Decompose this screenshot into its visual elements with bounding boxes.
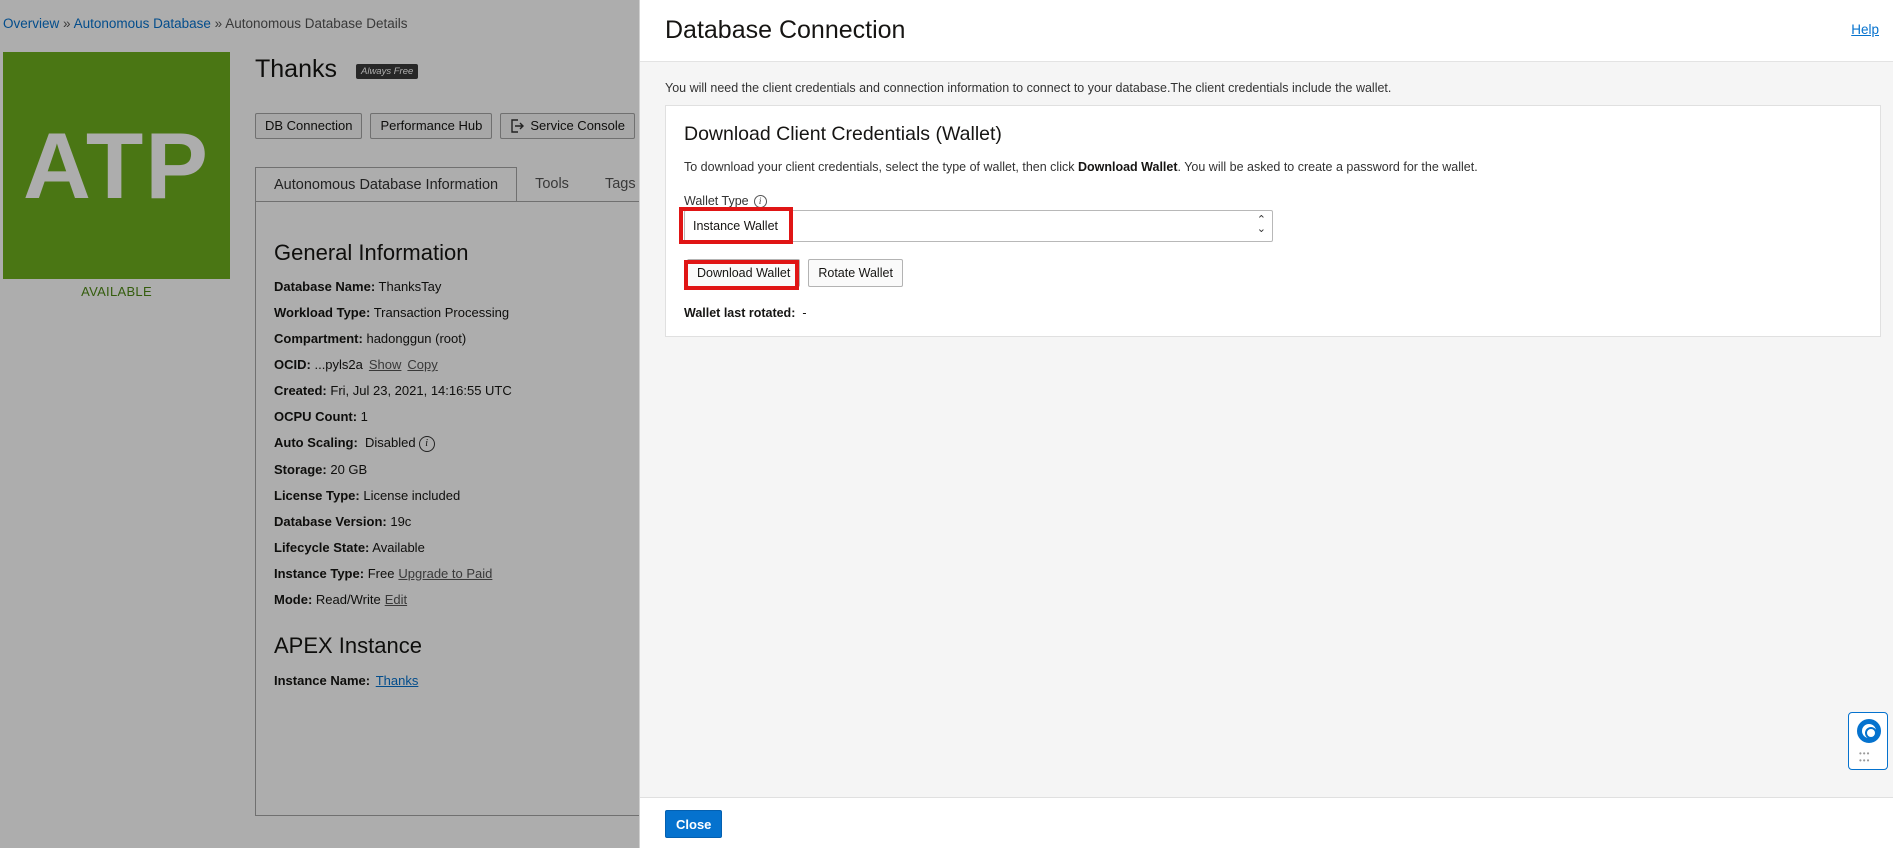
wallet-type-label: Wallet Type i: [684, 194, 767, 208]
rotate-wallet-button[interactable]: Rotate Wallet: [808, 259, 903, 287]
dialog-footer: Close: [640, 797, 1893, 848]
database-connection-dialog: Database Connection Help You will need t…: [639, 0, 1893, 848]
description-bold: Download Wallet: [1077, 160, 1178, 174]
description-text: . You will be asked to create a password…: [1177, 160, 1478, 174]
client-credentials-section: Download Client Credentials (Wallet) To …: [665, 105, 1881, 337]
wallet-last-rotated-label: Wallet last rotated:: [684, 306, 796, 320]
wallet-type-label-text: Wallet Type: [684, 194, 749, 208]
dialog-title: Database Connection: [665, 16, 906, 44]
lifebuoy-icon: [1857, 719, 1881, 743]
modal-overlay[interactable]: [0, 0, 639, 848]
help-widget[interactable]: ••• •••: [1848, 712, 1888, 770]
wallet-button-row: Download Wallet Rotate Wallet: [687, 259, 903, 287]
wallet-type-selected-value: Instance Wallet: [693, 219, 778, 233]
wallet-last-rotated: Wallet last rotated: -: [684, 306, 806, 320]
client-credentials-title: Download Client Credentials (Wallet): [684, 123, 1002, 145]
dialog-intro-text: You will need the client credentials and…: [665, 81, 1392, 95]
chevron-up-down-icon: ⌃ ⌄: [1256, 214, 1266, 235]
wallet-type-select[interactable]: Instance Wallet ⌃ ⌄: [684, 210, 1273, 242]
client-credentials-description: To download your client credentials, sel…: [684, 160, 1478, 174]
drag-handle-icon[interactable]: ••• •••: [1859, 750, 1879, 765]
close-button[interactable]: Close: [665, 810, 723, 838]
download-wallet-button[interactable]: Download Wallet: [687, 259, 801, 287]
info-icon[interactable]: i: [753, 194, 767, 208]
description-text: To download your client credentials, sel…: [684, 160, 1078, 174]
dialog-header: Database Connection Help: [640, 0, 1893, 62]
help-link[interactable]: Help: [1851, 22, 1879, 37]
wallet-last-rotated-value: -: [802, 306, 807, 320]
